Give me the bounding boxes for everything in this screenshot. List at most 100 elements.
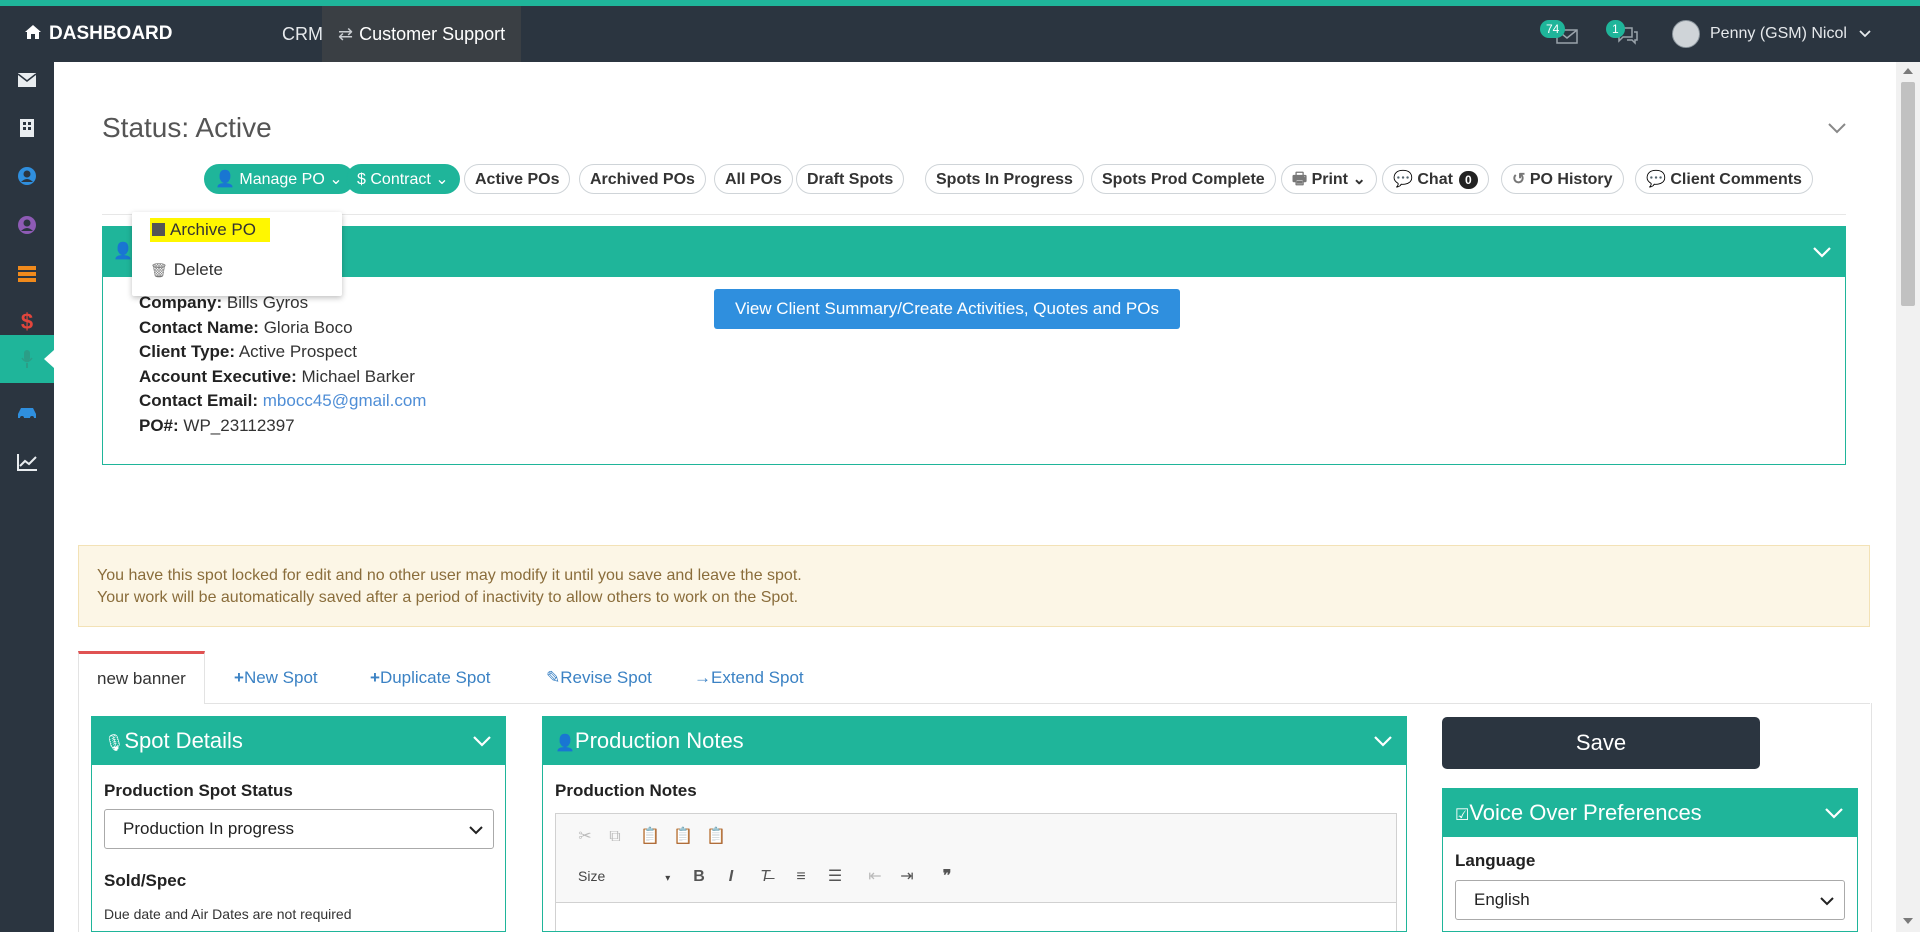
alert-line-1: You have this spot locked for edit and n… [97,567,802,584]
archived-pos-button[interactable]: Archived POs [579,164,706,194]
manage-po-button[interactable]: 👤 Manage PO ⌄ [204,164,354,194]
comment-icon: 💬 [1646,171,1666,188]
paste-text-icon[interactable]: 📋 [673,828,693,846]
sidebar-item-user[interactable] [0,152,54,200]
save-button[interactable]: Save [1442,717,1760,769]
production-status-select[interactable]: Production In progress [104,809,494,849]
microphone-icon: 🎙 [104,735,125,752]
mail-badge: 74 [1540,20,1566,38]
tab-duplicate-spot[interactable]: +Duplicate Spot [370,651,491,703]
chevron-down-icon[interactable] [1825,807,1843,819]
sidebar-item-vehicles[interactable] [0,389,54,437]
chevron-down-icon[interactable] [1828,122,1846,134]
client-info-panel: 👤 Company: Bills Gyros Contact Name: Glo… [102,226,1846,465]
caret-down-icon: ▾ [665,873,671,884]
delete-label: Delete [173,260,223,279]
sidebar-item-reports[interactable] [0,438,54,486]
car-icon [18,408,36,420]
clear-format-icon[interactable]: T̶ [756,868,774,886]
tab-extend-spot-label: Extend Spot [711,668,804,687]
comment-icon: 💬 [1393,171,1413,188]
production-notes-title: Production Notes [574,728,744,753]
scroll-up-arrow[interactable] [1903,68,1913,74]
sidebar-item-mail[interactable] [0,56,54,104]
view-client-summary-button[interactable]: View Client Summary/Create Activities, Q… [714,289,1180,329]
client-details: Company: Bills Gyros Contact Name: Glori… [139,291,426,438]
archive-po-item[interactable]: Archive PO [150,218,270,242]
language-label: Language [1455,851,1536,870]
cut-icon[interactable]: ✂ [576,828,594,846]
exchange-icon: ⇄ [338,24,354,44]
sidebar-item-contacts[interactable] [0,201,54,249]
voice-over-header: ☑Voice Over Preferences [1443,789,1857,837]
scroll-thumb[interactable] [1901,82,1915,306]
spots-prod-complete-button[interactable]: Spots Prod Complete [1091,164,1276,194]
tab-new-banner[interactable]: new banner [78,651,205,704]
manage-po-dropdown: Archive PO 🗑 Delete [132,212,342,296]
client-type-value: Active Prospect [238,342,357,361]
history-icon: ↺ [1512,171,1526,188]
chat-count-badge: 0 [1458,171,1478,189]
copy-icon[interactable]: ⧉ [606,828,624,846]
chevron-down-icon[interactable] [1374,735,1392,747]
rich-text-editor: ✂ ⧉ 📋 📋 📋 Size ▾ B I T̶ ≡ ☰ ⇤ ⇥ ❞ [555,813,1397,931]
blockquote-icon[interactable]: ❞ [938,868,956,886]
bulleted-list-icon[interactable]: ☰ [826,868,844,886]
sidebar-item-stack[interactable] [0,250,54,298]
voice-over-panel: ☑Voice Over Preferences Language English [1442,788,1858,932]
all-pos-button[interactable]: All POs [714,164,793,194]
chevron-down-icon[interactable] [473,735,491,747]
draft-spots-button[interactable]: Draft Spots [796,164,905,194]
spots-in-progress-button[interactable]: Spots In Progress [925,164,1084,194]
po-history-label: PO History [1529,171,1613,188]
print-button[interactable]: 🖶 Print ⌄ [1281,164,1377,194]
po-history-button[interactable]: ↺ PO History [1501,164,1624,194]
font-size-select[interactable]: Size ▾ [578,868,670,884]
page-title: Status: Active [102,112,272,143]
indent-icon[interactable]: ⇥ [898,868,916,886]
chat-label: Chat [1417,171,1453,188]
plus-icon: + [370,668,380,687]
paste-icon[interactable]: 📋 [640,828,660,846]
account-executive-value: Michael Barker [301,366,415,386]
numbered-list-icon[interactable]: ≡ [792,868,810,886]
nav-crm[interactable]: CRM [282,6,323,62]
dashboard-link[interactable]: DASHBOARD [24,6,173,62]
tab-new-spot[interactable]: +New Spot [234,651,318,703]
production-notes-panel: 👤Production Notes Production Notes ✂ ⧉ 📋… [542,716,1407,932]
contact-value: Gloria Boco [263,317,353,337]
italic-icon[interactable]: I [722,868,740,886]
bold-icon[interactable]: B [690,868,708,886]
account-executive-label: Account Executive: [139,366,297,386]
nav-customer-support[interactable]: ⇄ Customer Support [322,6,522,62]
language-value: English [1474,890,1530,909]
active-pos-button[interactable]: Active POs [464,164,571,194]
contact-email-link[interactable]: mbocc45@gmail.com [263,391,427,410]
tab-revise-spot[interactable]: ✎Revise Spot [546,651,652,703]
production-status-value: Production In progress [123,819,295,838]
tab-extend-spot[interactable]: →Extend Spot [694,651,804,703]
top-navbar: DASHBOARD CRM ⇄ Customer Support 74 1 Pen… [0,6,1920,62]
client-comments-button[interactable]: 💬 Client Comments [1635,164,1813,194]
language-select[interactable]: English [1455,880,1845,920]
sidebar-item-spots[interactable] [0,335,54,383]
page-scrollbar[interactable] [1896,62,1920,932]
voice-over-title: Voice Over Preferences [1469,800,1702,825]
editor-body[interactable] [556,902,1396,931]
building-icon [20,119,34,137]
contract-button[interactable]: $ Contract ⌄ [346,164,460,194]
po-number-label: PO#: [139,415,179,435]
home-icon [25,25,41,39]
chevron-down-icon[interactable] [1813,246,1831,258]
user-menu[interactable]: Penny (GSM) Nicol [1672,6,1872,62]
dollar-icon: $ [20,309,34,334]
chat-button[interactable]: 💬 Chat 0 [1382,164,1489,194]
line-chart-icon [17,454,37,471]
delete-item[interactable]: 🗑 Delete [150,260,223,280]
sidebar-item-building[interactable] [0,104,54,152]
paste-word-icon[interactable]: 📋 [706,828,726,846]
scroll-down-arrow[interactable] [1903,918,1913,924]
brand-label: DASHBOARD [49,23,173,44]
outdent-icon[interactable]: ⇤ [866,868,884,886]
contact-label: Contact Name: [139,317,259,337]
